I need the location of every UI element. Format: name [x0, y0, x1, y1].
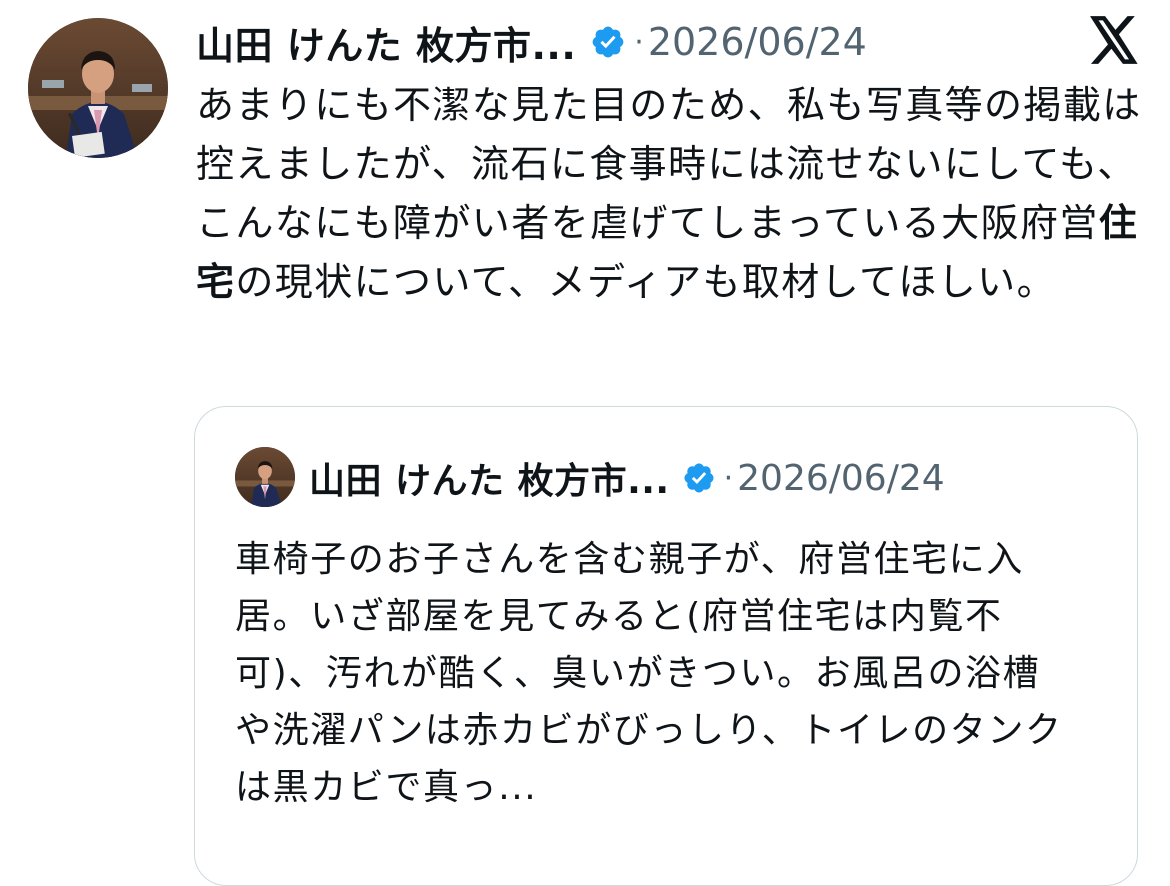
author-avatar[interactable]: [28, 18, 168, 158]
tweet-header: 山田 けんた 枚方市... · 2026/06/24: [196, 14, 867, 70]
tweet-text-part: の現状について、メディアも取材してほしい。: [235, 260, 1056, 304]
quoted-tweet-card[interactable]: 山田 けんた 枚方市... · 2026/06/24 車椅子のお子さんを含む親子…: [194, 406, 1138, 886]
quoted-tweet-text: 車椅子のお子さんを含む親子が、府営住宅に入居。いざ部屋を見てみると(府営住宅は内…: [235, 539, 1063, 808]
tweet-timestamp[interactable]: 2026/06/24: [648, 20, 867, 64]
quoted-tweet-timestamp[interactable]: 2026/06/24: [737, 458, 945, 499]
separator-dot: ·: [634, 24, 644, 60]
tweet-text-part: あまりにも不潔な見た目のため、私も写真等の掲載は控えましたが、流石に食事時には流…: [196, 83, 1142, 245]
author-display-name[interactable]: 山田 けんた 枚方市...: [196, 15, 576, 70]
quoted-author-display-name[interactable]: 山田 けんた 枚方市...: [309, 452, 670, 504]
x-logo-icon[interactable]: [1088, 16, 1140, 64]
quoted-author-avatar[interactable]: [235, 447, 295, 507]
quoted-tweet-header: 山田 けんた 枚方市... · 2026/06/24: [309, 451, 945, 505]
profile-photo-icon: [28, 18, 168, 158]
verified-badge-icon: [684, 463, 714, 493]
profile-photo-icon: [235, 447, 295, 507]
tweet-text: あまりにも不潔な見た目のため、私も写真等の掲載は控えましたが、流石に食事時には流…: [196, 76, 1146, 312]
separator-dot: ·: [723, 460, 734, 496]
verified-badge-icon: [592, 26, 624, 58]
